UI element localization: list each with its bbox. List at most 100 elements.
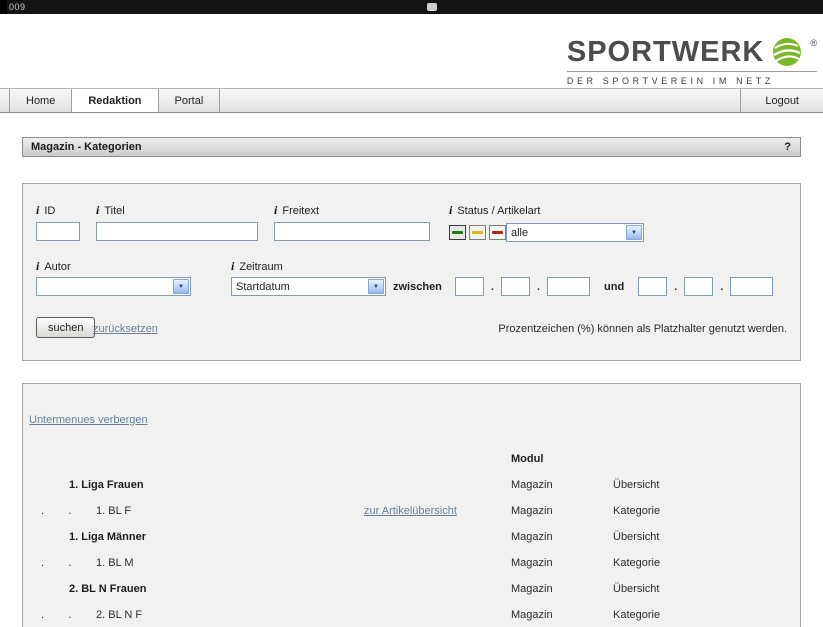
table-row: . . 2. BL N F Magazin Kategorie: [23, 602, 800, 627]
freitext-label-group: i Freitext: [274, 204, 319, 217]
autor-label-group: i Autor: [36, 260, 71, 273]
info-icon[interactable]: i: [96, 205, 99, 216]
status-filter-group: [449, 225, 506, 240]
topbar-notch: [427, 3, 437, 11]
registered-mark: ®: [810, 38, 817, 48]
category-table: Modul 1. Liga Frauen Magazin Übersicht .…: [23, 446, 800, 627]
info-icon[interactable]: i: [36, 205, 39, 216]
modul-cell: Magazin: [511, 583, 613, 595]
tab-redaktion[interactable]: Redaktion: [72, 89, 158, 112]
modul-cell: Magazin: [511, 557, 613, 569]
action-cell: Kategorie: [613, 557, 800, 569]
status-yellow-button[interactable]: [469, 225, 486, 240]
action-cell: Übersicht: [613, 479, 800, 491]
modul-cell: Magazin: [511, 479, 613, 491]
brand-name: SPORTWERK: [567, 36, 765, 68]
freitext-input[interactable]: [274, 222, 430, 241]
autor-select[interactable]: ▼: [36, 277, 191, 296]
zeitraum-select-value: Startdatum: [236, 281, 290, 293]
table-header-row: Modul: [23, 446, 800, 472]
date-to-day-input[interactable]: [638, 277, 667, 296]
date-separator: .: [491, 281, 494, 293]
action-cell: Übersicht: [613, 531, 800, 543]
date-from-month-input[interactable]: [501, 277, 530, 296]
brand-tagline: DER SPORTVEREIN IM NETZ: [567, 76, 817, 86]
sportwerk-leaf-icon: [771, 36, 803, 68]
table-row: . . 1. BL F zur Artikelübersicht Magazin…: [23, 498, 800, 524]
page-header: SPORTWERK ® DER SPORTVEREIN IM NETZ: [0, 14, 823, 88]
zur-artikeluebersicht-link[interactable]: zur Artikelübersicht: [364, 505, 457, 517]
category-name: . . 2. BL N F: [23, 609, 364, 621]
untermenues-verbergen-link[interactable]: Untermenues verbergen: [29, 414, 148, 426]
chevron-down-icon: ▼: [368, 279, 384, 294]
chevron-down-icon: ▼: [173, 279, 189, 294]
status-label-group: i Status / Artikelart: [449, 204, 541, 217]
zeitraum-select[interactable]: Startdatum ▼: [231, 277, 386, 296]
modul-cell: Magazin: [511, 609, 613, 621]
brand-block: SPORTWERK ® DER SPORTVEREIN IM NETZ: [567, 36, 817, 86]
table-row: 1. Liga Männer Magazin Übersicht: [23, 524, 800, 550]
autor-label: Autor: [44, 261, 70, 273]
green-status-icon: [452, 231, 463, 234]
category-name: . . 1. BL F: [23, 505, 364, 517]
status-green-button[interactable]: [449, 225, 466, 240]
zeitraum-label-group: i Zeitraum: [231, 260, 283, 273]
table-row: 2. BL N Frauen Magazin Übersicht: [23, 576, 800, 602]
action-cell: Kategorie: [613, 609, 800, 621]
help-icon[interactable]: ?: [784, 141, 800, 153]
info-icon[interactable]: i: [449, 205, 452, 216]
id-label: ID: [44, 205, 55, 217]
titel-label: Titel: [104, 205, 124, 217]
artikelart-select-value: alle: [511, 227, 528, 239]
yellow-status-icon: [472, 231, 483, 234]
table-row: 1. Liga Frauen Magazin Übersicht: [23, 472, 800, 498]
artikelart-select[interactable]: alle ▼: [506, 223, 644, 242]
category-name: 1. Liga Männer: [23, 531, 364, 543]
und-label: und: [604, 281, 624, 293]
tab-home[interactable]: Home: [9, 89, 72, 112]
modul-cell: Magazin: [511, 505, 613, 517]
category-name: . . 1. BL M: [23, 557, 364, 569]
browser-top-bar: 009: [0, 0, 823, 14]
category-listing-panel: Untermenues verbergen Modul 1. Liga Frau…: [22, 383, 801, 627]
action-cell: Übersicht: [613, 583, 800, 595]
table-row: . . 1. BL M Magazin Kategorie: [23, 550, 800, 576]
id-input[interactable]: [36, 222, 80, 241]
date-to-month-input[interactable]: [684, 277, 713, 296]
status-red-button[interactable]: [489, 225, 506, 240]
topbar-text: 009: [9, 2, 26, 12]
modul-column-header: Modul: [511, 453, 613, 465]
titel-label-group: i Titel: [96, 204, 125, 217]
date-from-day-input[interactable]: [455, 277, 484, 296]
date-separator: .: [720, 281, 723, 293]
date-to-year-input[interactable]: [730, 277, 773, 296]
status-label: Status / Artikelart: [457, 205, 540, 217]
info-icon[interactable]: i: [231, 261, 234, 272]
section-title-bar: Magazin - Kategorien ?: [22, 137, 801, 157]
chevron-down-icon: ▼: [626, 225, 642, 240]
titel-input[interactable]: [96, 222, 258, 241]
logout-link[interactable]: Logout: [740, 89, 823, 112]
action-cell: Kategorie: [613, 505, 800, 517]
suchen-button[interactable]: suchen: [36, 317, 95, 338]
app-window: 009 SPORTWERK ® DER SPORTVEREIN IM NETZ …: [0, 0, 823, 627]
search-panel: i ID i Titel i Freitext i Status / Artik…: [22, 183, 801, 361]
red-status-icon: [492, 231, 503, 234]
date-range-group: zwischen . . und . .: [393, 277, 773, 296]
brand-divider: [567, 71, 817, 72]
id-label-group: i ID: [36, 204, 55, 217]
zwischen-label: zwischen: [393, 281, 442, 293]
date-from-year-input[interactable]: [547, 277, 590, 296]
zuruecksetzen-link[interactable]: zurücksetzen: [93, 323, 158, 335]
info-icon[interactable]: i: [36, 261, 39, 272]
date-separator: .: [674, 281, 677, 293]
category-name: 1. Liga Frauen: [23, 479, 364, 491]
page-title: Magazin - Kategorien: [23, 141, 142, 153]
info-icon[interactable]: i: [274, 205, 277, 216]
main-navigation: Home Redaktion Portal Logout: [0, 88, 823, 113]
zeitraum-label: Zeitraum: [239, 261, 282, 273]
tab-portal[interactable]: Portal: [159, 89, 221, 112]
freitext-label: Freitext: [282, 205, 319, 217]
modul-cell: Magazin: [511, 531, 613, 543]
wildcard-hint: Prozentzeichen (%) können als Platzhalte…: [498, 323, 787, 335]
